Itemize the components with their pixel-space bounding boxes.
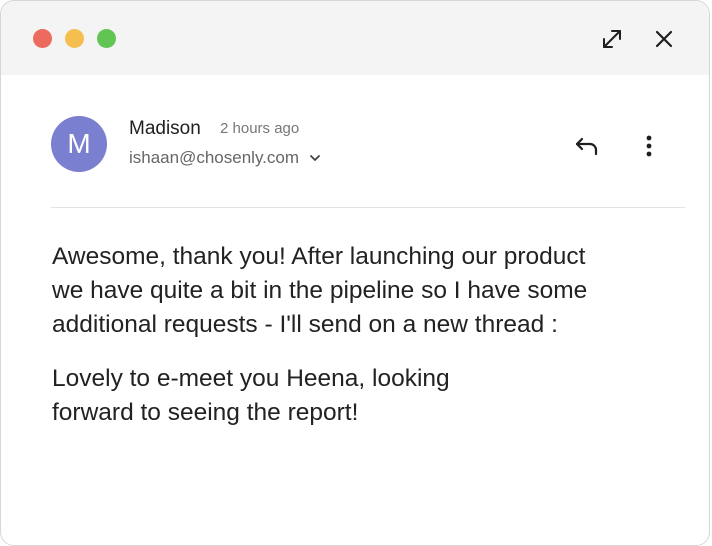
reply-icon: [575, 137, 598, 156]
email-body: Awesome, thank you! After launching our …: [52, 240, 672, 450]
reply-button[interactable]: [571, 130, 603, 162]
title-bar: [1, 1, 709, 75]
close-button[interactable]: [648, 23, 680, 55]
sender-name: Madison: [129, 118, 201, 139]
body-line: we have quite a bit in the pipeline so I…: [52, 277, 588, 304]
body-line: forward to seeing the report!: [52, 399, 359, 426]
email-window: M Madison 2 hours ago ishaan@chosenly.co…: [0, 0, 710, 546]
body-paragraph-2: Lovely to e-meet you Heena, looking forw…: [52, 362, 672, 430]
avatar: M: [51, 116, 107, 172]
sender-email: ishaan@chosenly.com: [129, 148, 300, 167]
expand-icon: [603, 30, 621, 48]
email-header: M Madison 2 hours ago ishaan@chosenly.co…: [51, 116, 681, 176]
sender-email-dropdown[interactable]: ishaan@chosenly.com: [129, 148, 321, 168]
body-paragraph-1: Awesome, thank you! After launching our …: [52, 240, 672, 342]
window-maximize-light[interactable]: [97, 29, 116, 48]
more-vertical-icon: [646, 135, 652, 157]
body-line: Lovely to e-meet you Heena, looking: [52, 365, 450, 392]
window-close-light[interactable]: [33, 29, 52, 48]
body-line: additional requests - I'll send on a new…: [52, 311, 558, 338]
chevron-down-icon: [309, 154, 321, 162]
timestamp: 2 hours ago: [220, 120, 300, 137]
close-icon: [655, 30, 673, 48]
header-divider: [51, 207, 685, 208]
more-options-button[interactable]: [633, 130, 665, 162]
window-minimize-light[interactable]: [65, 29, 84, 48]
expand-button[interactable]: [596, 23, 628, 55]
body-line: Awesome, thank you! After launching our …: [52, 243, 586, 270]
